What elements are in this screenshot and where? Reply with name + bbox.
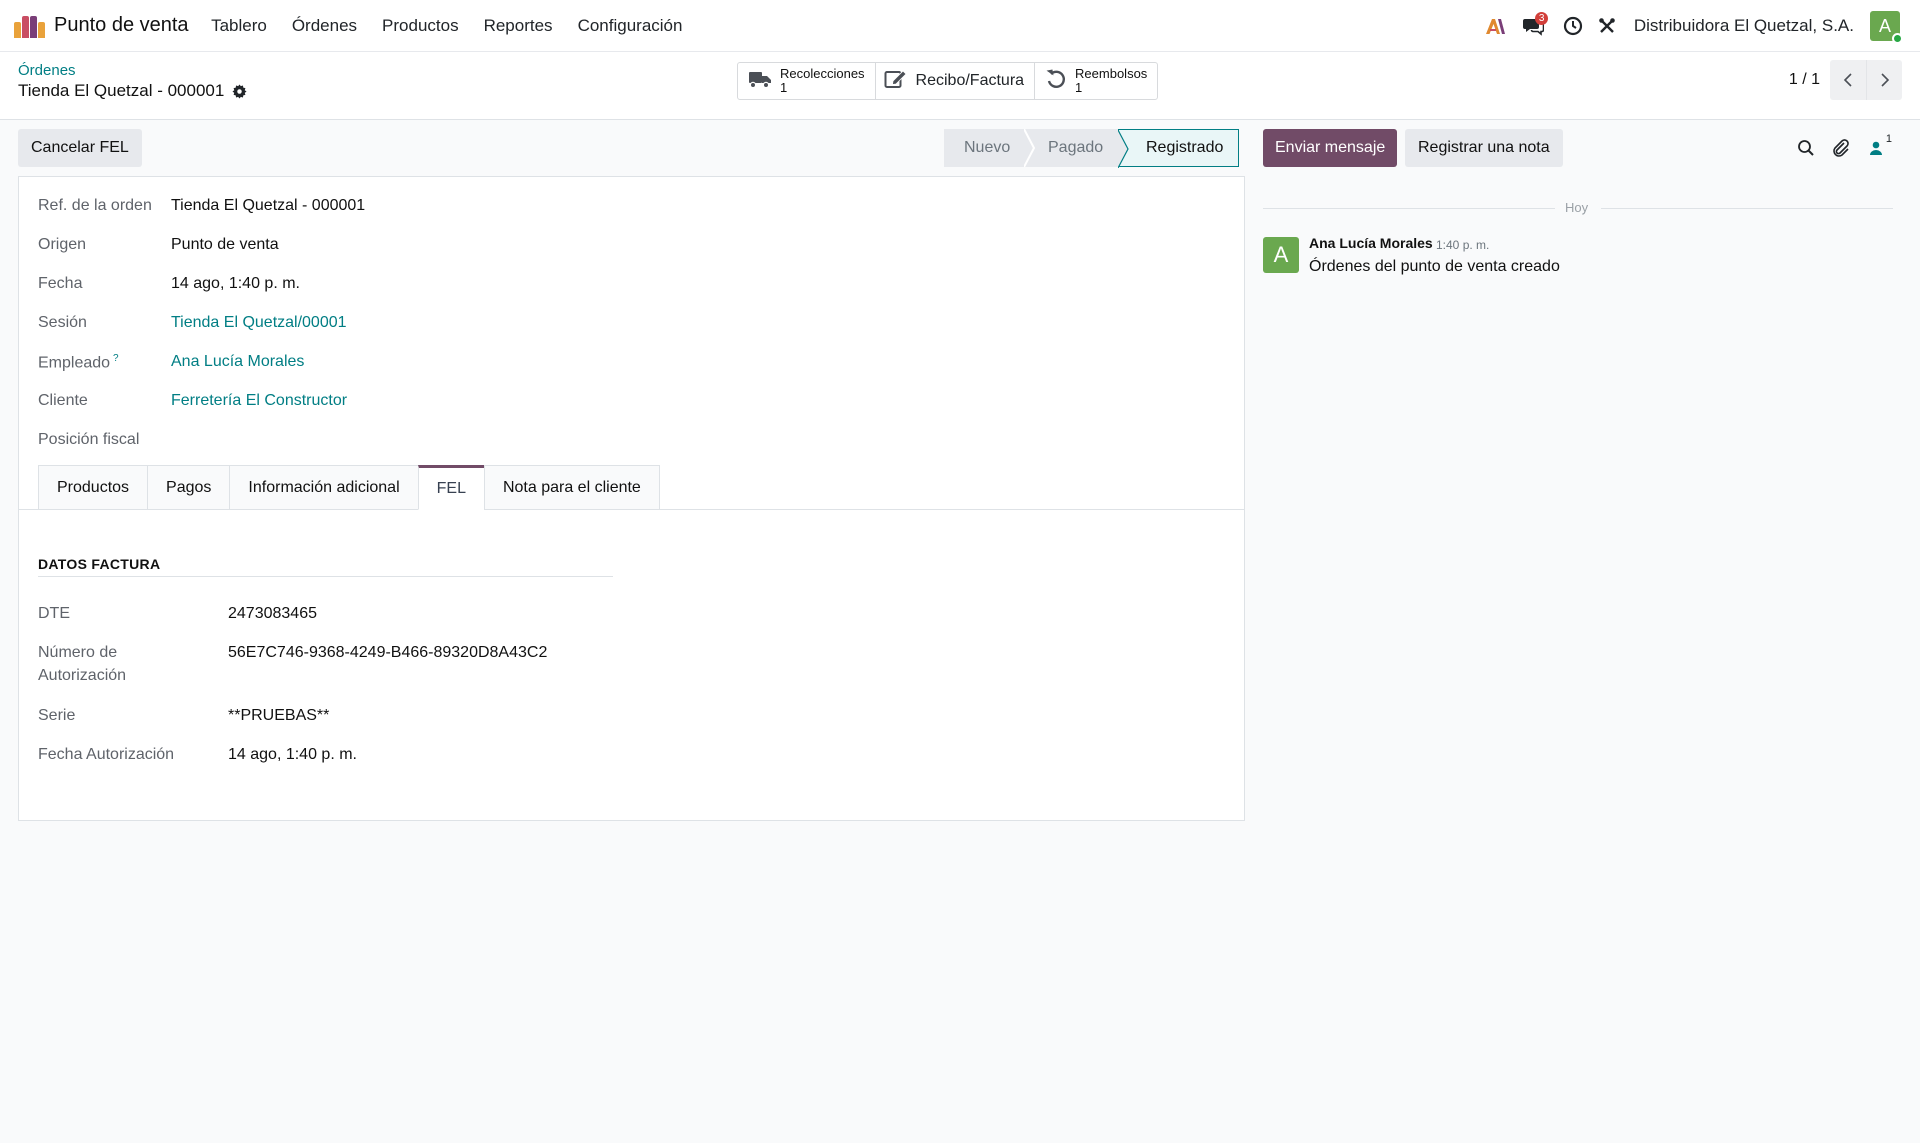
field-label-posicion-fiscal: Posición fiscal (38, 431, 140, 448)
field-label-numero-autorizacion: Número de Autorización (38, 644, 126, 685)
menu-item-configuracion[interactable]: Configuración (565, 16, 695, 36)
smart-button-label: Recibo/Factura (915, 72, 1025, 89)
stage-registrado[interactable]: Registrado (1118, 129, 1239, 168)
navbar-systray: 3 Distribuidora El Quetzal, S.A. A (1478, 0, 1920, 52)
field-value-numero-autorizacion[interactable]: 56E7C746-9368-4249-B466-89320D8A43C2 (228, 644, 547, 662)
pager-previous-button[interactable] (1830, 60, 1866, 100)
stage-label: Registrado (1146, 139, 1224, 156)
pager-value[interactable]: 1 / 1 (1789, 71, 1820, 89)
field-label-serie: Serie (38, 707, 76, 724)
user-avatar[interactable]: A (1870, 11, 1903, 44)
field-label-fecha: Fecha (38, 275, 83, 292)
help-tooltip-icon[interactable]: ? (113, 353, 119, 364)
message-time: 1:40 p. m. (1436, 238, 1490, 252)
breadcrumb-ordenes[interactable]: Órdenes (18, 62, 76, 79)
tab-informacion-adicional[interactable]: Información adicional (229, 465, 418, 510)
field-value-origen[interactable]: Punto de venta (171, 236, 279, 254)
day-separator-label: Hoy (1565, 200, 1589, 215)
gear-icon[interactable] (232, 83, 247, 99)
field-value-serie[interactable]: **PRUEBAS** (228, 707, 329, 725)
tab-fel[interactable]: FEL (417, 465, 484, 510)
field-value-dte[interactable]: 2473083465 (228, 605, 317, 623)
stage-nuevo[interactable]: Nuevo (944, 129, 1024, 167)
chevron-right-icon (1880, 73, 1889, 87)
smart-button-count: 1 (1075, 80, 1083, 95)
separator-line (1601, 208, 1893, 209)
field-value-ref[interactable]: Tienda El Quetzal - 000001 (171, 197, 365, 215)
cancel-fel-button[interactable]: Cancelar FEL (18, 129, 142, 167)
field-label-text: Empleado (38, 354, 111, 372)
tools-icon[interactable] (1590, 9, 1624, 43)
messages-badge: 3 (1534, 12, 1549, 25)
chevron-left-icon (1843, 73, 1852, 87)
control-panel: Órdenes Tienda El Quetzal - 000001 Recol… (0, 52, 1920, 120)
menu-item-reportes[interactable]: Reportes (471, 16, 565, 36)
group-divider (38, 576, 613, 577)
separator-line (1263, 208, 1555, 209)
tab-nota-cliente[interactable]: Nota para el cliente (483, 465, 660, 510)
top-navbar: Punto de venta Tablero Órdenes Productos… (0, 0, 1920, 52)
stage-pagado[interactable]: Pagado (1024, 129, 1118, 167)
stage-label: Pagado (1048, 139, 1104, 156)
pos-app-icon[interactable] (14, 14, 46, 38)
field-label-sesion: Sesión (38, 314, 87, 331)
clock-icon[interactable] (1556, 9, 1590, 43)
tab-productos[interactable]: Productos (38, 465, 148, 510)
group-title-datos-factura: DATOS FACTURA (38, 556, 161, 572)
form-sheet: Ref. de la orden Tienda El Quetzal - 000… (18, 176, 1245, 821)
field-label-dte: DTE (38, 605, 70, 622)
message-body: Órdenes del punto de venta creado (1309, 258, 1560, 275)
pager-next-button[interactable] (1866, 60, 1902, 100)
field-label-empleado: Empleado? (38, 353, 119, 372)
field-value-fecha[interactable]: 14 ago, 1:40 p. m. (171, 275, 300, 293)
undo-icon (1045, 68, 1067, 95)
smart-button-recibo-factura[interactable]: Recibo/Factura (876, 63, 1036, 99)
smart-buttons: Recolecciones 1 Recibo/Factura Reembolso… (737, 62, 1159, 100)
tab-pagos[interactable]: Pagos (147, 465, 230, 510)
field-link-sesion[interactable]: Tienda El Quetzal/00001 (171, 314, 347, 332)
followers-count: 1 (1885, 133, 1892, 145)
user-avatar-initial: A (1878, 15, 1891, 36)
field-link-cliente[interactable]: Ferretería El Constructor (171, 392, 347, 410)
smart-button-label: Recolecciones (780, 66, 865, 81)
field-label-line: Número de (38, 644, 118, 661)
chat-icon[interactable]: 3 (1516, 9, 1550, 43)
menu-item-ordenes[interactable]: Órdenes (279, 16, 369, 36)
ai-icon[interactable] (1478, 9, 1512, 43)
paperclip-icon[interactable] (1829, 136, 1853, 160)
smart-button-reembolsos[interactable]: Reembolsos 1 (1035, 63, 1157, 99)
message-author[interactable]: Ana Lucía Morales (1309, 235, 1433, 251)
app-name[interactable]: Punto de venta (54, 14, 189, 37)
log-note-button[interactable]: Registrar una nota (1405, 129, 1563, 167)
smart-button-recolecciones[interactable]: Recolecciones 1 (738, 63, 876, 99)
stage-label: Nuevo (964, 139, 1011, 156)
field-label-origen: Origen (38, 236, 87, 253)
field-value-fecha-autorizacion[interactable]: 14 ago, 1:40 p. m. (228, 746, 357, 764)
edit-icon (884, 69, 908, 94)
field-label-line: Autorización (38, 667, 127, 684)
online-status-dot (1892, 33, 1903, 44)
notebook-tabs: Productos Pagos Información adicional FE… (38, 465, 660, 510)
truck-icon (748, 69, 772, 94)
smart-button-label: Reembolsos (1075, 66, 1148, 81)
menu-item-tablero[interactable]: Tablero (199, 16, 280, 36)
field-label-ref: Ref. de la orden (38, 197, 152, 214)
field-label-cliente: Cliente (38, 392, 88, 409)
pager: 1 / 1 (1789, 60, 1902, 100)
smart-button-count: 1 (780, 80, 788, 95)
send-message-button[interactable]: Enviar mensaje (1263, 129, 1398, 167)
record-title: Tienda El Quetzal - 000001 (18, 81, 247, 101)
user-icon (1870, 141, 1882, 155)
day-separator: Hoy (1263, 198, 1893, 218)
followers-button[interactable]: 1 (1864, 133, 1892, 160)
menu-item-productos[interactable]: Productos (370, 16, 472, 36)
company-switcher[interactable]: Distribuidora El Quetzal, S.A. (1634, 16, 1854, 36)
record-title-text: Tienda El Quetzal - 000001 (18, 81, 225, 100)
field-link-empleado[interactable]: Ana Lucía Morales (171, 353, 304, 371)
search-icon[interactable] (1794, 136, 1818, 160)
message-author-avatar[interactable]: A (1263, 237, 1299, 273)
field-label-fecha-autorizacion: Fecha Autorización (38, 746, 175, 763)
main-menu: Tablero Órdenes Productos Reportes Confi… (199, 16, 695, 36)
status-bar: Nuevo Pagado Registrado (944, 129, 1239, 168)
